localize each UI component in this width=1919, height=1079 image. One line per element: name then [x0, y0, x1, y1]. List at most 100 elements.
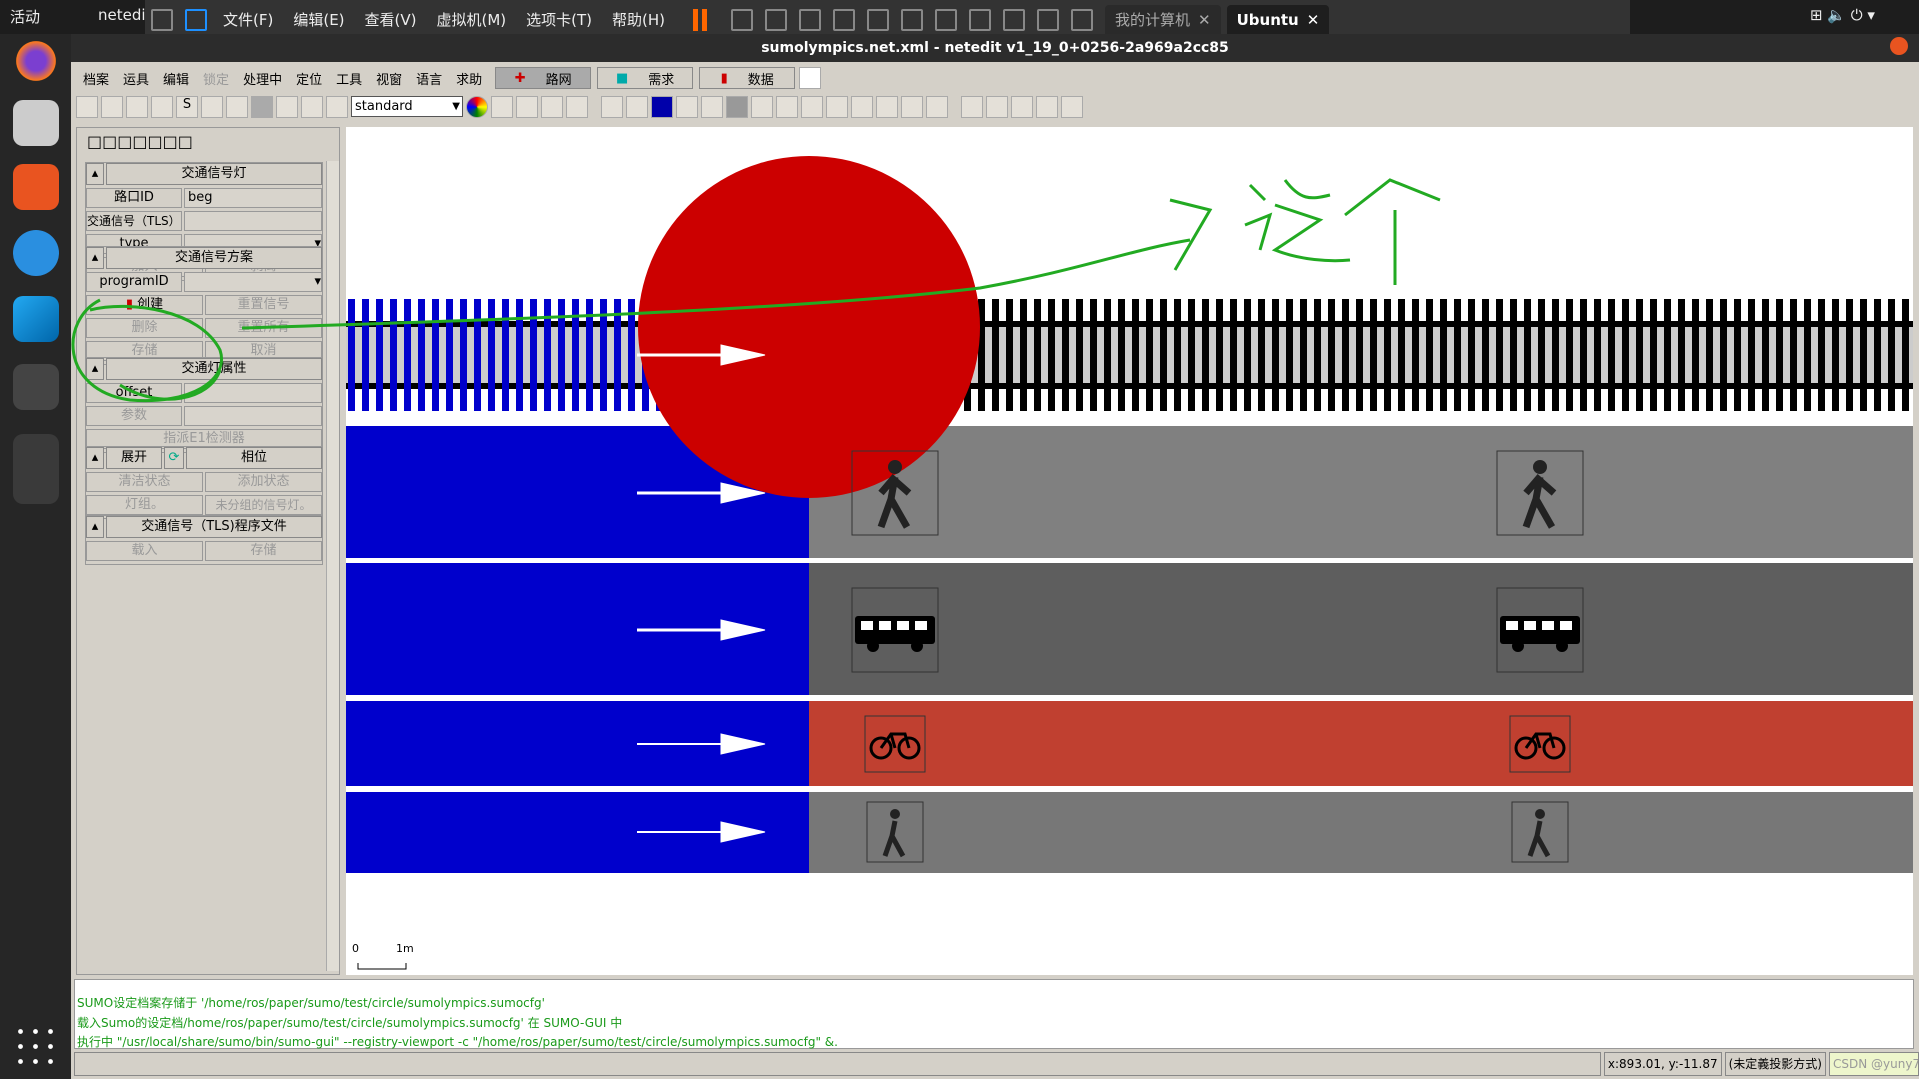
window-close-button[interactable] — [1890, 37, 1908, 55]
panel-scrollbar[interactable] — [326, 161, 339, 971]
vm-menu-edit[interactable]: 编辑(E) — [293, 9, 344, 30]
menu-file[interactable]: 档案 — [83, 69, 109, 88]
collapse-button[interactable]: ▴ — [86, 163, 104, 185]
connection-icon[interactable] — [751, 95, 773, 118]
grid-icon[interactable] — [961, 95, 983, 118]
terminal-icon[interactable] — [1037, 8, 1060, 31]
stretch-icon[interactable] — [1071, 8, 1094, 31]
message-log[interactable]: SUMO设定档案存储于 '/home/ros/paper/sumo/test/c… — [74, 979, 1914, 1049]
vm-menu-help[interactable]: 帮助(H) — [612, 9, 665, 30]
menu-modes[interactable]: 运具 — [123, 69, 149, 88]
reset-single-button[interactable]: 重置信号 — [205, 295, 322, 315]
taz-icon[interactable] — [876, 95, 898, 118]
console-view-icon[interactable] — [1003, 8, 1026, 31]
group-signals-button[interactable]: 灯组。 — [86, 495, 203, 515]
prohibition-icon[interactable] — [776, 95, 798, 118]
railway[interactable] — [346, 299, 1913, 411]
expand-button[interactable]: 展开 — [106, 447, 162, 469]
vm-menu-view[interactable]: 查看(V) — [365, 9, 417, 30]
color-scheme-select[interactable]: standard — [351, 96, 463, 117]
help-icon[interactable] — [276, 95, 298, 118]
supermode-s-button[interactable]: S — [176, 95, 198, 118]
vehicles-icon[interactable] — [1036, 95, 1058, 118]
decal-icon[interactable] — [926, 95, 948, 118]
close-icon[interactable]: ✕ — [1198, 11, 1211, 29]
mode-network-button[interactable]: ✚ 路网 — [495, 67, 592, 89]
menu-language[interactable]: 语言 — [416, 69, 442, 88]
vm-menu-tabs[interactable]: 选项卡(T) — [526, 9, 592, 30]
vehicle-spread-icon[interactable] — [1011, 95, 1033, 118]
menu-tools[interactable]: 工具 — [336, 69, 362, 88]
zoom-icon[interactable] — [226, 95, 248, 118]
network-view[interactable]: 0 1m — [346, 127, 1913, 975]
inspect-icon[interactable] — [601, 95, 623, 118]
save-net-icon[interactable] — [126, 95, 148, 118]
save-all-icon[interactable] — [151, 95, 173, 118]
snapshot-icon[interactable] — [765, 8, 788, 31]
save-as-icon[interactable] — [101, 95, 123, 118]
system-tray-icons[interactable]: ⊞ 🔈 ⏻ ▾ — [1810, 6, 1875, 24]
menu-help[interactable]: 求助 — [456, 69, 482, 88]
additional-icon[interactable] — [826, 95, 848, 118]
fullscreen-icon[interactable] — [935, 8, 958, 31]
create-edge-icon[interactable] — [701, 95, 723, 118]
send-keys-icon[interactable] — [731, 8, 754, 31]
screenshot-icon[interactable] — [491, 95, 513, 118]
help-icon[interactable] — [13, 230, 59, 276]
window-toggle-button[interactable] — [799, 67, 822, 89]
select-icon[interactable] — [651, 95, 673, 118]
shape-icon[interactable] — [901, 95, 923, 118]
offset-field[interactable] — [184, 383, 322, 403]
traffic-light-mode-icon[interactable] — [726, 95, 748, 118]
vm-menu-vm[interactable]: 虚拟机(M) — [437, 9, 507, 30]
close-icon[interactable]: ✕ — [1307, 11, 1320, 29]
tls-id-field[interactable] — [184, 211, 322, 231]
clean-states-button[interactable]: 清洁状态 — [86, 472, 203, 492]
menu-processing[interactable]: 处理中 — [243, 69, 282, 88]
app-center-icon[interactable] — [13, 164, 59, 210]
menu-locate[interactable]: 定位 — [296, 69, 322, 88]
files-icon[interactable] — [13, 100, 59, 146]
show-apps-icon[interactable] — [13, 1024, 59, 1070]
delete-button[interactable]: 删除 — [86, 318, 203, 338]
ungroup-signals-button[interactable]: 未分组的信号灯。 — [205, 495, 322, 515]
tooltip-icon[interactable] — [301, 95, 323, 118]
tab-ubuntu[interactable]: Ubuntu ✕ — [1226, 4, 1330, 35]
terminal-icon[interactable] — [13, 364, 59, 410]
collapse-button[interactable]: ▴ — [86, 447, 104, 469]
delete-icon[interactable] — [626, 95, 648, 118]
checklist-icon[interactable] — [1061, 95, 1083, 118]
menu-edit[interactable]: 编辑 — [163, 69, 189, 88]
reset-all-button[interactable]: 重置所有 — [205, 318, 322, 338]
add-states-button[interactable]: 添加状态 — [205, 472, 322, 492]
create-button[interactable]: ▮ 创建 — [86, 295, 203, 315]
params-field[interactable] — [184, 406, 322, 426]
menu-windows[interactable]: 视窗 — [376, 69, 402, 88]
save-file-button[interactable]: 存储 — [205, 541, 322, 561]
view-icon[interactable] — [867, 8, 890, 31]
move-icon[interactable] — [676, 95, 698, 118]
vscode-icon[interactable] — [13, 296, 59, 342]
program-id-select[interactable]: ▾ — [184, 272, 322, 292]
menu-icon[interactable] — [326, 95, 348, 118]
save-icon[interactable] — [76, 95, 98, 118]
activities-button[interactable]: 活动 — [10, 6, 40, 27]
mode-demand-button[interactable]: ■ 需求 — [597, 67, 694, 89]
crossing-icon[interactable] — [801, 95, 823, 118]
wire-icon[interactable] — [851, 95, 873, 118]
load-button[interactable]: 载入 — [86, 541, 203, 561]
color-wheel-icon[interactable] — [466, 95, 488, 118]
pause-icon[interactable] — [693, 8, 708, 31]
network-canvas[interactable]: 0 1m — [346, 127, 1913, 975]
pin-icon[interactable] — [151, 8, 173, 31]
app-name[interactable]: netedit — [98, 6, 151, 24]
collapse-button[interactable]: ▴ — [86, 516, 104, 538]
snapshot-manager-icon[interactable] — [833, 8, 856, 31]
view-icon[interactable] — [901, 8, 924, 31]
firefox-icon[interactable] — [13, 38, 59, 84]
netedit-app-icon[interactable] — [13, 434, 59, 504]
vm-menu-file[interactable]: 文件(F) — [223, 9, 273, 30]
unity-icon[interactable] — [969, 8, 992, 31]
menu-lock[interactable]: 锁定 — [203, 69, 229, 88]
junction-id-field[interactable]: beg — [184, 188, 322, 208]
